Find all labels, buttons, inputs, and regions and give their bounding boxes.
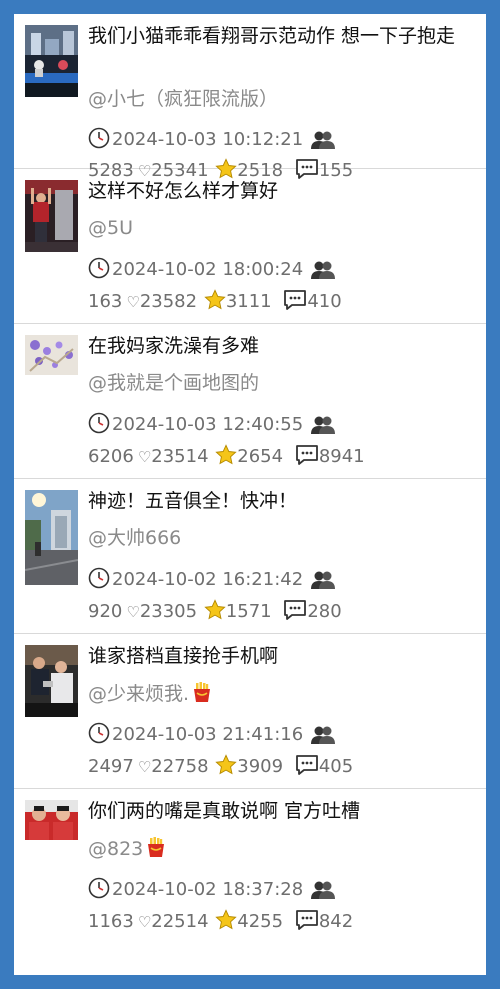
star-icon[interactable] — [204, 599, 226, 627]
fries-icon — [145, 836, 167, 864]
comment-icon[interactable] — [295, 754, 319, 782]
comment-icon[interactable] — [283, 289, 307, 317]
view-count: 920 — [88, 601, 123, 622]
post-time-row: 2024-10-03 21:41:16 — [88, 722, 336, 751]
fries-icon — [191, 681, 213, 709]
comment-count: 280 — [307, 601, 342, 622]
favorite-count: 4255 — [237, 911, 284, 932]
feed-item[interactable]: 在我妈家洗澡有多难 @我就是个画地图的 2024-10-03 12:40:55 … — [14, 324, 486, 479]
post-author[interactable]: @小七（疯狂限流版） — [88, 87, 278, 111]
post-stats-row: 1163 ♡22514 4255 842 — [88, 909, 353, 937]
favorite-count: 3111 — [225, 291, 272, 312]
video-thumbnail[interactable] — [25, 800, 78, 840]
post-title[interactable]: 神迹！五音俱全！快冲！ — [88, 489, 476, 514]
post-title[interactable]: 我们小猫乖乖看翔哥示范动作 想一下子抱走 — [88, 24, 476, 49]
post-stats-row: 163 ♡23582 3111 410 — [88, 289, 342, 317]
favorite-count: 1571 — [225, 601, 272, 622]
feed-item[interactable]: 谁家搭档直接抢手机啊 @少来烦我. 2024-10-03 21:41:16 24… — [14, 634, 486, 789]
feed-item[interactable]: 我们小猫乖乖看翔哥示范动作 想一下子抱走 @小七（疯狂限流版） 2024-10-… — [14, 14, 486, 181]
feed-list: 我们小猫乖乖看翔哥示范动作 想一下子抱走 @小七（疯狂限流版） 2024-10-… — [14, 14, 486, 975]
post-stats-row: 6206 ♡23514 2654 8941 — [88, 444, 365, 472]
people-icon[interactable] — [311, 260, 336, 286]
post-title[interactable]: 谁家搭档直接抢手机啊 — [88, 644, 476, 669]
post-time-row: 2024-10-03 10:12:21 — [88, 127, 336, 156]
video-thumbnail[interactable] — [25, 645, 78, 717]
star-icon[interactable] — [215, 754, 237, 782]
video-thumbnail[interactable] — [25, 25, 78, 97]
comment-icon[interactable] — [295, 444, 319, 472]
post-author[interactable]: @我就是个画地图的 — [88, 371, 259, 395]
comment-icon[interactable] — [295, 909, 319, 937]
favorite-count: 3909 — [237, 756, 284, 777]
view-count: 2497 — [88, 756, 134, 777]
people-icon[interactable] — [311, 880, 336, 906]
feed-item[interactable]: 这样不好怎么样才算好 @5U 2024-10-02 18:00:24 163 ♡2… — [14, 169, 486, 324]
heart-icon[interactable]: ♡ — [138, 758, 151, 776]
post-title[interactable]: 这样不好怎么样才算好 — [88, 179, 476, 204]
people-icon[interactable] — [311, 725, 336, 751]
clock-icon — [88, 412, 110, 440]
view-count: 163 — [88, 291, 123, 312]
heart-icon[interactable]: ♡ — [138, 913, 151, 931]
view-count: 6206 — [88, 446, 134, 467]
view-count: 1163 — [88, 911, 134, 932]
like-count: 22514 — [151, 911, 209, 932]
feed-item[interactable]: 神迹！五音俱全！快冲！ @大帅666 2024-10-02 16:21:42 9… — [14, 479, 486, 634]
clock-icon — [88, 127, 110, 155]
clock-icon — [88, 722, 110, 750]
clock-icon — [88, 877, 110, 905]
post-author[interactable]: @823 — [88, 836, 167, 864]
post-time-row: 2024-10-02 16:21:42 — [88, 567, 336, 596]
clock-icon — [88, 567, 110, 595]
post-stats-row: 920 ♡23305 1571 280 — [88, 599, 342, 627]
star-icon[interactable] — [215, 909, 237, 937]
like-count: 22758 — [151, 756, 209, 777]
feed-item[interactable]: 你们两的嘴是真敢说啊 官方吐槽 @823 2024-10-02 18:37:28… — [14, 789, 486, 944]
like-count: 23514 — [151, 446, 209, 467]
post-timestamp: 2024-10-02 18:37:28 — [112, 879, 304, 900]
post-time-row: 2024-10-03 12:40:55 — [88, 412, 336, 441]
video-thumbnail[interactable] — [25, 180, 78, 252]
heart-icon[interactable]: ♡ — [126, 293, 139, 311]
comment-count: 842 — [318, 911, 354, 932]
like-count: 23305 — [139, 601, 198, 622]
people-icon[interactable] — [311, 570, 336, 596]
post-time-row: 2024-10-02 18:37:28 — [88, 877, 336, 906]
author-name: @823 — [88, 838, 144, 860]
post-author[interactable]: @大帅666 — [88, 526, 181, 550]
comment-count: 8941 — [318, 446, 365, 467]
people-icon[interactable] — [311, 415, 336, 441]
like-count: 23582 — [139, 291, 198, 312]
post-timestamp: 2024-10-02 18:00:24 — [112, 259, 304, 280]
people-icon[interactable] — [311, 130, 336, 156]
comment-count: 405 — [318, 756, 354, 777]
post-timestamp: 2024-10-03 21:41:16 — [112, 724, 304, 745]
comment-count: 410 — [307, 291, 342, 312]
post-author[interactable]: @5U — [88, 216, 133, 240]
comment-icon[interactable] — [283, 599, 307, 627]
heart-icon[interactable]: ♡ — [138, 448, 151, 466]
post-title[interactable]: 你们两的嘴是真敢说啊 官方吐槽 — [88, 799, 476, 824]
post-author[interactable]: @少来烦我. — [88, 681, 213, 709]
post-timestamp: 2024-10-02 16:21:42 — [112, 569, 304, 590]
heart-icon[interactable]: ♡ — [126, 603, 139, 621]
video-thumbnail[interactable] — [25, 490, 78, 585]
clock-icon — [88, 257, 110, 285]
star-icon[interactable] — [215, 444, 237, 472]
post-time-row: 2024-10-02 18:00:24 — [88, 257, 336, 286]
author-name: @少来烦我. — [88, 683, 190, 705]
post-timestamp: 2024-10-03 10:12:21 — [112, 129, 304, 150]
favorite-count: 2654 — [237, 446, 284, 467]
post-stats-row: 2497 ♡22758 3909 405 — [88, 754, 353, 782]
post-timestamp: 2024-10-03 12:40:55 — [112, 414, 304, 435]
video-thumbnail[interactable] — [25, 335, 78, 375]
post-title[interactable]: 在我妈家洗澡有多难 — [88, 334, 476, 359]
star-icon[interactable] — [204, 289, 226, 317]
